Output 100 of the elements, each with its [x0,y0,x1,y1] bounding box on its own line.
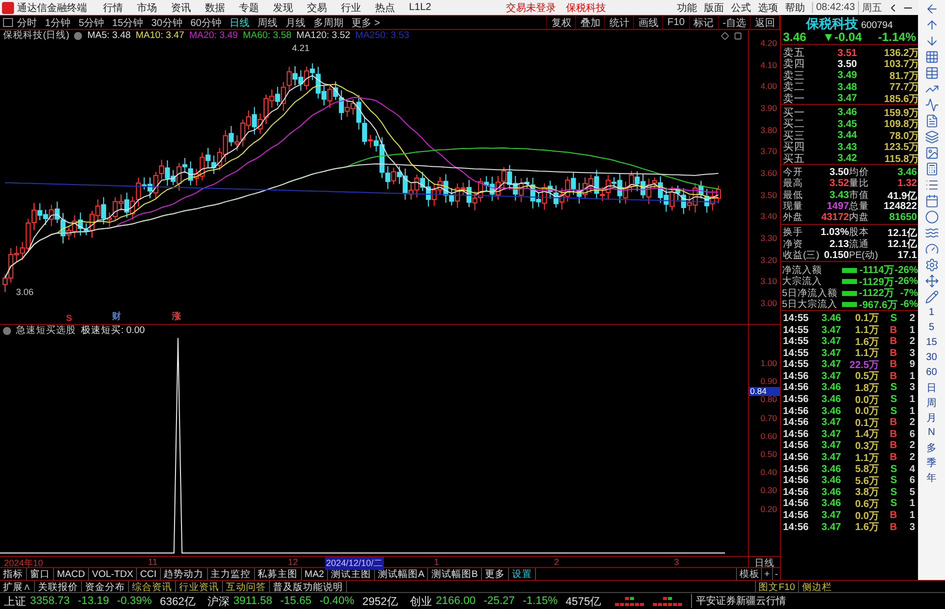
pulse-icon[interactable] [924,98,938,112]
menu-item[interactable]: 版面 [704,0,724,14]
trade-count: 4 [908,464,915,475]
price-axis-label: 3.70 [760,147,777,156]
document-icon[interactable] [924,114,938,128]
low-price-label: 3.06 [16,287,34,297]
menu-item[interactable]: 资讯 [171,0,191,14]
pencil-icon[interactable] [924,290,938,304]
period-shortcut[interactable]: 日 [926,381,936,394]
period-shortcut[interactable]: 多 [926,441,936,454]
trade-price: 3.47 [820,359,841,370]
fund-flow-amount: -1129万 [859,276,894,288]
event-marker[interactable]: 财 [112,310,121,323]
period-shortcut[interactable]: 年 [926,471,936,484]
period-shortcut[interactable]: 1 [928,306,934,319]
trade-count: 3 [908,382,915,394]
price-axis-label: 4.10 [760,60,777,70]
info-link[interactable]: 图文F10 [754,581,798,592]
wave-icon[interactable] [924,226,938,240]
period-tab[interactable]: 周线 [258,16,278,30]
period-shortcut[interactable]: 周 [926,396,936,409]
trade-time: 14:55 [783,348,810,359]
info-tab[interactable]: 关联报价 [35,581,82,592]
stat-value: 12.1亿 [886,226,917,239]
trade-volume: 0.0万 [854,394,879,406]
left-arrow-icon[interactable] [924,2,938,16]
period-shortcut[interactable]: 季 [926,456,936,469]
menu-item[interactable]: 数据 [205,0,225,14]
period-tab[interactable]: 15分钟 [112,16,144,30]
indicator-tab[interactable]: 指标 [0,568,27,580]
panel-toggle-icon[interactable] [3,18,13,27]
period-tab[interactable]: 多周期 [314,16,344,30]
indicator-axis-label: 0.70 [760,414,777,423]
period-shortcut[interactable]: 5 [928,321,934,334]
period-tab[interactable]: 5分钟 [78,16,104,30]
menu-item[interactable]: L1L2 [409,2,432,13]
stat-label: PE(动) [849,248,879,262]
order-price: 3.44 [836,130,857,142]
menu-item[interactable]: 行业 [341,0,361,14]
layers-icon[interactable] [924,130,938,144]
trade-time: 14:56 [783,428,810,440]
order-price: 3.45 [836,118,857,130]
menu-item[interactable]: 市场 [137,0,157,14]
indicator-tab[interactable]: 私募主图 [254,568,302,580]
menu-item[interactable]: 帮助 [785,0,806,14]
order-level-label: 卖五 [783,46,806,59]
trade-volume: 1.8万 [854,382,879,395]
info-tab[interactable]: 普及版功能说明 [270,581,347,592]
stat-value: 3.50 [828,166,849,178]
image-icon[interactable] [924,146,938,160]
event-marker[interactable]: 涨 [172,310,181,323]
menu-item[interactable]: 交易 [307,0,327,14]
square-icon[interactable] [734,32,742,40]
table-icon[interactable] [924,66,938,80]
menu-item[interactable]: 专题 [239,0,259,14]
trade-time: 14:56 [783,464,810,475]
menu-item[interactable]: 功能 [677,0,698,14]
period-tab[interactable]: 分时 [17,16,37,30]
template-button[interactable]: + [761,568,772,580]
gauge-icon[interactable] [924,242,938,256]
indicator-tab[interactable]: 主力监控 [208,568,255,580]
move-icon[interactable] [924,274,938,288]
menu-item[interactable]: 发现 [273,0,293,14]
index-change: -13.19 [78,595,109,607]
indicator-tab[interactable]: 趋势动力 [160,568,208,580]
menu-item[interactable]: 热点 [375,0,395,14]
date-axis-label: 2024/12/10/二 [325,557,384,570]
calendar-icon[interactable] [924,194,938,208]
period-tab[interactable]: 月线 [286,16,306,30]
fund-flow-label: 大宗流入 [782,275,823,288]
diamond-icon[interactable] [721,32,729,40]
period-tab[interactable]: 30分钟 [151,16,182,30]
grid-icon[interactable] [924,50,938,64]
period-shortcut[interactable]: 60 [926,366,938,379]
info-tab[interactable]: 扩展∧ [0,581,35,592]
info-tab[interactable]: 互动问答 [223,581,270,592]
menu-item[interactable]: 公式 [731,0,752,14]
circle-icon[interactable] [924,210,938,224]
menu-item[interactable]: 行情 [103,0,123,14]
trade-count: 1 [908,324,915,336]
period-shortcut[interactable]: 30 [926,351,938,364]
info-tab[interactable]: 行业资讯 [176,581,223,592]
period-shortcut[interactable]: 15 [926,336,938,349]
period-tab[interactable]: 60分钟 [190,16,222,30]
menu-item[interactable]: 选项 [758,0,778,14]
order-volume: 115.8万 [884,152,919,166]
trade-time: 14:56 [783,417,810,428]
period-tab[interactable]: 更多 > [352,16,380,30]
trade-time: 14:55 [783,336,810,348]
period-shortcut[interactable]: 月 [926,411,936,424]
trade-count: 2 [908,440,915,452]
info-tab[interactable]: 综合资讯 [129,581,176,592]
period-tab[interactable]: 日线 [230,16,250,30]
period-tab[interactable]: 1分钟 [45,16,71,30]
template-button[interactable]: 模板 [736,568,762,580]
period-shortcut[interactable]: N [928,426,936,439]
stat-value: 43172 [820,212,849,224]
event-marker[interactable]: S [66,313,72,323]
trade-side: S [889,475,897,486]
calculator-icon[interactable] [924,162,938,176]
